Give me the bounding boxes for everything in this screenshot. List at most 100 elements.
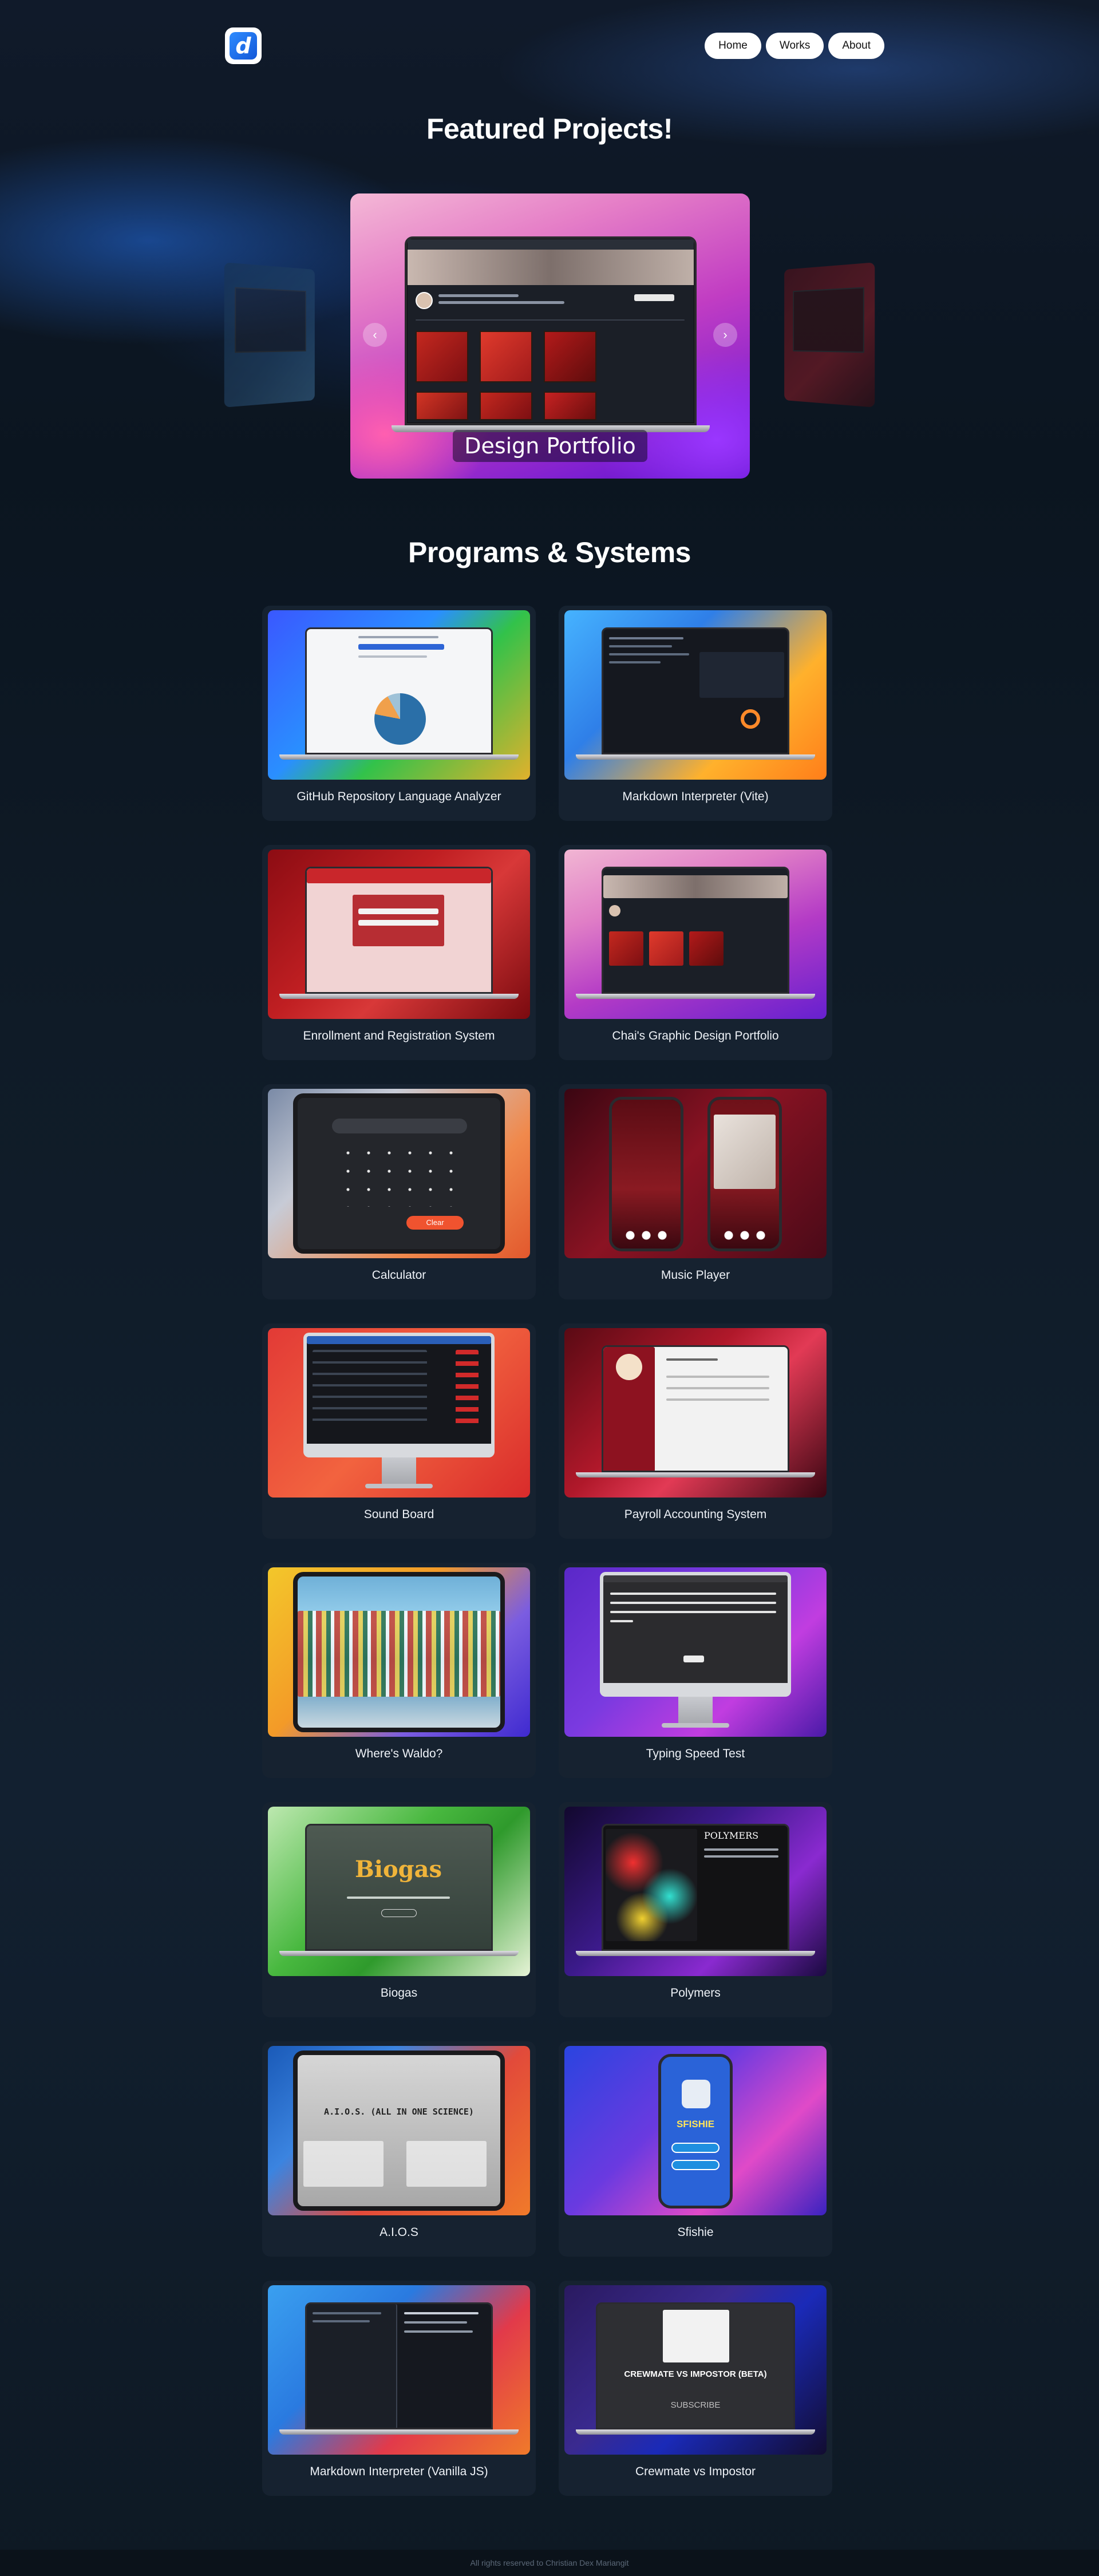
laptop-base <box>279 1951 519 1956</box>
featured-screenshot <box>408 239 694 422</box>
project-card-chai-portfolio[interactable]: Chai's Graphic Design Portfolio <box>559 845 832 1060</box>
polymer-render <box>606 1829 697 1941</box>
design-tile <box>416 392 468 420</box>
design-tile <box>480 392 532 420</box>
site-banner <box>408 250 694 285</box>
signup-panel <box>406 2141 487 2187</box>
project-label: Chai's Graphic Design Portfolio <box>612 1029 779 1042</box>
project-card-github-analyzer[interactable]: GitHub Repository Language Analyzer <box>262 606 536 821</box>
text-line <box>609 661 661 663</box>
text-line <box>358 636 438 638</box>
ocean-button <box>671 2143 720 2153</box>
design-tile <box>544 331 596 382</box>
project-card-markdown-vite[interactable]: Markdown Interpreter (Vite) <box>559 606 832 821</box>
carousel-next-card[interactable] <box>784 262 875 408</box>
follow-button <box>634 294 674 301</box>
desktop-foot <box>662 1723 729 1728</box>
project-label: Calculator <box>371 1269 426 1282</box>
text-line <box>347 1897 450 1899</box>
clear-button: Clear <box>406 1216 464 1230</box>
logo-mark: d <box>230 32 257 60</box>
carousel-prev-card[interactable] <box>224 262 315 408</box>
text-line <box>438 301 564 304</box>
tablet-screen: A.I.O.S. (ALL IN ONE SCIENCE) <box>293 2050 505 2211</box>
text-line <box>609 653 689 655</box>
featured-card[interactable]: ‹ › Design Portfolio <box>350 193 750 479</box>
laptop-screen: POLYMERS <box>602 1824 789 1951</box>
laptop-screen <box>602 627 789 754</box>
calculator-keypad <box>338 1144 464 1207</box>
text-line <box>404 2321 467 2324</box>
project-label: GitHub Repository Language Analyzer <box>297 790 501 803</box>
nav: Home Works About <box>705 33 884 59</box>
carousel-next-button[interactable]: › <box>713 323 737 347</box>
project-card-sound-board[interactable]: Sound Board <box>262 1323 536 1539</box>
text-line <box>404 2312 479 2314</box>
featured-caption-text: Design Portfolio <box>453 430 647 462</box>
carousel-prev-button[interactable]: ‹ <box>363 323 387 347</box>
project-thumb <box>564 850 827 1019</box>
nav-about-button[interactable]: About <box>828 33 884 59</box>
sfishie-title: SFISHIE <box>676 2119 715 2129</box>
waldo-scene <box>298 1611 500 1697</box>
laptop-base <box>576 1951 815 1956</box>
text-line <box>610 1611 776 1613</box>
project-card-payroll[interactable]: Payroll Accounting System <box>559 1323 832 1539</box>
login-panel <box>303 2141 384 2187</box>
text-line <box>404 2330 473 2333</box>
text-line <box>610 1620 633 1622</box>
project-card-waldo[interactable]: Where's Waldo? <box>262 1563 536 1778</box>
biogas-title: Biogas <box>354 1856 442 1883</box>
project-card-markdown-vanilla[interactable]: Markdown Interpreter (Vanilla JS) <box>262 2281 536 2496</box>
avatar <box>609 905 620 916</box>
text-line <box>313 2312 381 2314</box>
nav-works-button[interactable]: Works <box>765 33 824 59</box>
project-card-enrollment[interactable]: Enrollment and Registration System <box>262 845 536 1060</box>
divider <box>416 319 685 321</box>
project-card-aios[interactable]: A.I.O.S. (ALL IN ONE SCIENCE) A.I.O.S <box>262 2041 536 2257</box>
project-card-sfishie[interactable]: SFISHIE Sfishie <box>559 2041 832 2257</box>
project-card-biogas[interactable]: Biogas Biogas <box>262 1802 536 2017</box>
chevron-right-icon: › <box>723 327 728 342</box>
project-card-music-player[interactable]: Music Player <box>559 1084 832 1299</box>
project-card-calculator[interactable]: Clear Calculator <box>262 1084 536 1299</box>
pie-chart <box>374 693 426 745</box>
sfishie-mascot <box>682 2080 710 2108</box>
laptop-screen <box>305 2302 493 2429</box>
design-tile <box>544 392 596 420</box>
project-thumb <box>564 1328 827 1498</box>
tablet-screen: Clear <box>293 1093 505 1254</box>
text-line <box>313 2320 370 2322</box>
project-thumb <box>564 1567 827 1737</box>
site-banner <box>603 875 788 898</box>
design-tile <box>609 931 643 966</box>
project-card-polymers[interactable]: POLYMERS Polymers <box>559 1802 832 2017</box>
laptop-base <box>279 994 519 999</box>
text-line <box>358 655 427 658</box>
logo[interactable]: d <box>225 27 262 64</box>
project-label: Typing Speed Test <box>646 1747 745 1760</box>
text-line <box>609 645 672 647</box>
input-field <box>358 920 438 926</box>
subscribe-text: SUBSCRIBE <box>670 2400 721 2410</box>
site-navbar <box>408 239 694 250</box>
project-thumb: CREWMATE VS IMPOSTOR (BETA) SUBSCRIBE <box>564 2285 827 2455</box>
explore-button <box>671 2160 720 2170</box>
project-card-crewmate[interactable]: CREWMATE VS IMPOSTOR (BETA) SUBSCRIBE Cr… <box>559 2281 832 2496</box>
rifle-image <box>663 2310 729 2362</box>
project-card-typing-test[interactable]: Typing Speed Test <box>559 1563 832 1778</box>
nav-home-button[interactable]: Home <box>705 33 761 59</box>
project-label: Sfishie <box>677 2226 714 2239</box>
album-art <box>714 1115 776 1189</box>
laptop-base <box>279 2429 519 2435</box>
logo-seal <box>616 1354 642 1380</box>
project-thumb <box>268 1567 530 1737</box>
carousel-prev-thumb <box>235 287 306 353</box>
laptop-screen <box>602 867 789 994</box>
text-line <box>666 1387 769 1389</box>
desktop-screen <box>303 1333 495 1457</box>
text-line <box>704 1848 778 1851</box>
project-label: A.I.O.S <box>379 2226 418 2239</box>
phone-screen: SFISHIE <box>658 2054 733 2208</box>
project-label: Biogas <box>380 1986 418 2000</box>
